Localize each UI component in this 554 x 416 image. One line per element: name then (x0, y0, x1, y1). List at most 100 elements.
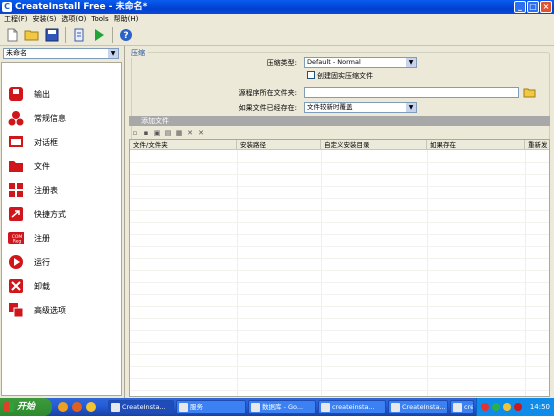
chevron-down-icon[interactable]: ▼ (108, 49, 118, 58)
taskbar-item[interactable]: CreateInsta... (388, 400, 448, 414)
remove-icon[interactable]: ✕ (197, 129, 205, 137)
taskbar-item[interactable]: createinsta... (318, 400, 386, 414)
tray-icon[interactable] (492, 403, 500, 411)
column-header-install-path[interactable]: 安装路径 (237, 140, 321, 150)
maximize-button[interactable]: □ (527, 1, 539, 13)
taskbar-item[interactable]: 数据库 - Go... (248, 400, 316, 414)
open-folder-icon[interactable] (23, 26, 41, 44)
minimize-button[interactable]: _ (514, 1, 526, 13)
nav-item-run[interactable]: 运行 (2, 252, 121, 272)
create-compressed-label: 创建固实压缩文件 (317, 72, 373, 80)
new-file-icon[interactable] (3, 26, 21, 44)
delete-icon[interactable]: ✕ (186, 129, 194, 137)
browse-folder-icon[interactable] (523, 86, 536, 98)
row-divider (130, 378, 549, 379)
add-folder-icon[interactable]: ▪ (142, 129, 150, 137)
run-icon (8, 254, 24, 270)
browser-icon (251, 403, 260, 412)
menu-install[interactable]: 安装(S) (33, 14, 57, 25)
help-icon[interactable]: ? (117, 26, 135, 44)
run-icon[interactable] (90, 26, 108, 44)
nav-item-shortcuts[interactable]: 快捷方式 (2, 204, 121, 224)
paste-icon[interactable]: ▤ (164, 129, 172, 137)
nav-item-general-info[interactable]: 常规信息 (2, 108, 121, 128)
row-divider (130, 342, 549, 343)
compress-type-label: 压缩类型: (266, 59, 297, 67)
taskbar: 开始 CreateInsta... 服务 数据库 - Go... createi… (0, 398, 554, 416)
row-divider (130, 318, 549, 319)
copy-icon[interactable]: ▣ (153, 129, 161, 137)
output-icon (8, 86, 24, 102)
row-divider (130, 186, 549, 187)
shortcut-icon (8, 206, 24, 222)
chevron-down-icon[interactable]: ▼ (406, 103, 416, 112)
build-icon[interactable] (70, 26, 88, 44)
nav-label: 常规信息 (34, 113, 66, 123)
nav-item-files[interactable]: 文件 (2, 156, 121, 176)
menu-project[interactable]: 工程(F) (4, 14, 28, 25)
clock[interactable]: 14:50 (530, 398, 550, 416)
system-tray: 14:50 (476, 398, 554, 416)
nav-label: 高级选项 (34, 305, 66, 315)
folder-icon (8, 158, 24, 174)
row-divider (130, 306, 549, 307)
row-divider (130, 390, 549, 391)
column-divider (525, 150, 526, 396)
nav-label: 注册 (34, 233, 50, 243)
menu-help[interactable]: 帮助(H) (114, 14, 139, 25)
create-compressed-checkbox[interactable] (307, 71, 315, 79)
column-header-if-exists[interactable]: 如果存在 (427, 140, 525, 150)
nav-label: 快捷方式 (34, 209, 66, 219)
column-divider (427, 150, 428, 396)
row-divider (130, 210, 549, 211)
file-toolbar: ▫ ▪ ▣ ▤ ▦ ✕ ✕ (129, 127, 550, 139)
nav-item-uninstall[interactable]: 卸载 (2, 276, 121, 296)
menu-options[interactable]: 选项(O) (61, 14, 86, 25)
taskbar-item[interactable]: 服务 (176, 400, 246, 414)
nav-label: 运行 (34, 257, 50, 267)
browser-icon[interactable] (72, 402, 82, 412)
properties-icon[interactable]: ▦ (175, 129, 183, 137)
taskbar-item[interactable]: createinsta... (450, 400, 474, 414)
svg-text:Reg: Reg (13, 239, 22, 245)
tray-icon[interactable] (503, 403, 511, 411)
column-header-reregister[interactable]: 重新发 (525, 140, 549, 150)
svg-text:?: ? (123, 31, 128, 41)
row-divider (130, 330, 549, 331)
project-select[interactable]: 未命名 ▼ (3, 48, 119, 59)
column-divider (237, 150, 238, 396)
nav-label: 卸载 (34, 281, 50, 291)
nav-item-advanced[interactable]: 高级选项 (2, 300, 121, 320)
nav-label: 文件 (34, 161, 50, 171)
nav-item-register[interactable]: COM Reg 注册 (2, 228, 121, 248)
row-divider (130, 198, 549, 199)
save-icon[interactable] (43, 26, 61, 44)
row-divider (130, 294, 549, 295)
quicklaunch-icon[interactable] (86, 402, 96, 412)
toolbar-separator (65, 27, 66, 43)
tray-icon[interactable] (481, 403, 489, 411)
windows-logo-icon (4, 402, 14, 412)
add-file-icon[interactable]: ▫ (131, 129, 139, 137)
compress-type-select[interactable]: Default - Normal ▼ (304, 57, 417, 68)
column-header-file[interactable]: 文件/文件夹 (130, 140, 237, 150)
nav-item-output[interactable]: 输出 (2, 84, 121, 104)
column-header-custom-dir[interactable]: 自定义安装目录 (321, 140, 427, 150)
app-icon (111, 403, 120, 412)
nav-item-dialog[interactable]: 对话框 (2, 132, 121, 152)
app-icon (391, 403, 400, 412)
taskbar-item[interactable]: CreateInsta... (108, 400, 174, 414)
compress-type-value: Default - Normal (307, 58, 361, 66)
nav-item-registry[interactable]: 注册表 (2, 180, 121, 200)
tray-icon[interactable] (514, 403, 522, 411)
program-folder-input[interactable] (304, 87, 519, 98)
close-button[interactable]: × (540, 1, 552, 13)
program-folder-label: 源程序所在文件夹: (238, 89, 297, 97)
nav-label: 输出 (34, 89, 50, 99)
menu-tools[interactable]: Tools (91, 14, 108, 25)
row-divider (130, 162, 549, 163)
if-exists-select[interactable]: 文件较新时覆盖 ▼ (304, 102, 417, 113)
start-button[interactable]: 开始 (0, 398, 52, 416)
firefox-icon[interactable] (58, 402, 68, 412)
chevron-down-icon[interactable]: ▼ (406, 58, 416, 67)
